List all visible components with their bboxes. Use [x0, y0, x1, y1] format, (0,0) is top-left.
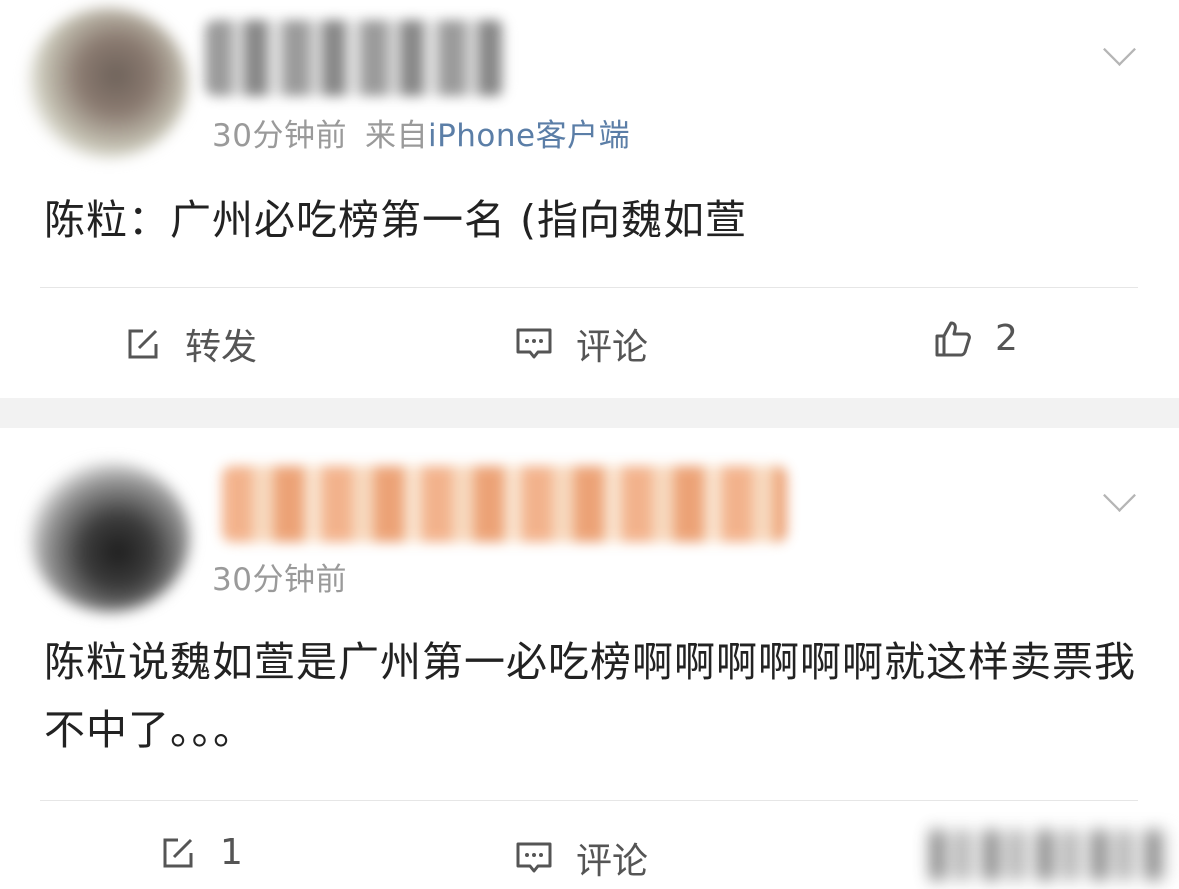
- post-content[interactable]: 陈粒说魏如萱是广州第一必吃榜啊啊啊啊啊啊就这样卖票我不中了。。。: [44, 628, 1144, 764]
- feed-post: 30分钟前 来自iPhone客户端 陈粒：广州必吃榜第一名 (指向魏如萱 转发 评…: [0, 0, 1179, 398]
- comment-label: 评论: [576, 327, 649, 368]
- like-button[interactable]: 2: [933, 318, 1018, 359]
- edit-square-icon: [158, 833, 198, 873]
- divider: [40, 800, 1138, 801]
- divider: [40, 287, 1138, 288]
- feed-separator: [0, 398, 1179, 428]
- post-time: 30分钟前: [212, 562, 347, 598]
- thumbs-up-icon: [933, 319, 973, 359]
- repost-button[interactable]: 1: [158, 832, 243, 873]
- post-source-client[interactable]: iPhone客户端: [428, 118, 630, 154]
- post-meta: 30分钟前 来自iPhone客户端: [212, 110, 630, 155]
- redacted-watermark: [930, 830, 1170, 880]
- edit-square-icon: [123, 324, 163, 364]
- post-time: 30分钟前: [212, 118, 347, 154]
- comment-button[interactable]: 评论: [514, 318, 648, 370]
- comment-bubble-icon: [514, 324, 554, 364]
- chevron-down-icon[interactable]: [1103, 33, 1136, 66]
- comment-label: 评论: [576, 841, 649, 882]
- post-content[interactable]: 陈粒：广州必吃榜第一名 (指向魏如萱: [44, 186, 1144, 254]
- username-redacted[interactable]: [205, 20, 505, 96]
- comment-bubble-icon: [514, 838, 554, 878]
- username-redacted[interactable]: [222, 466, 787, 542]
- avatar[interactable]: [28, 8, 188, 158]
- avatar[interactable]: [30, 462, 190, 612]
- repost-label: 转发: [185, 327, 258, 368]
- post-source-prefix: 来自: [364, 118, 428, 154]
- repost-count: 1: [220, 832, 243, 873]
- post-meta: 30分钟前: [212, 554, 347, 599]
- feed-post: 30分钟前 陈粒说魏如萱是广州第一必吃榜啊啊啊啊啊啊就这样卖票我不中了。。。 1…: [0, 428, 1179, 889]
- chevron-down-icon[interactable]: [1103, 479, 1136, 512]
- repost-button[interactable]: 转发: [123, 318, 257, 370]
- comment-button[interactable]: 评论: [514, 832, 648, 884]
- like-count: 2: [995, 318, 1018, 359]
